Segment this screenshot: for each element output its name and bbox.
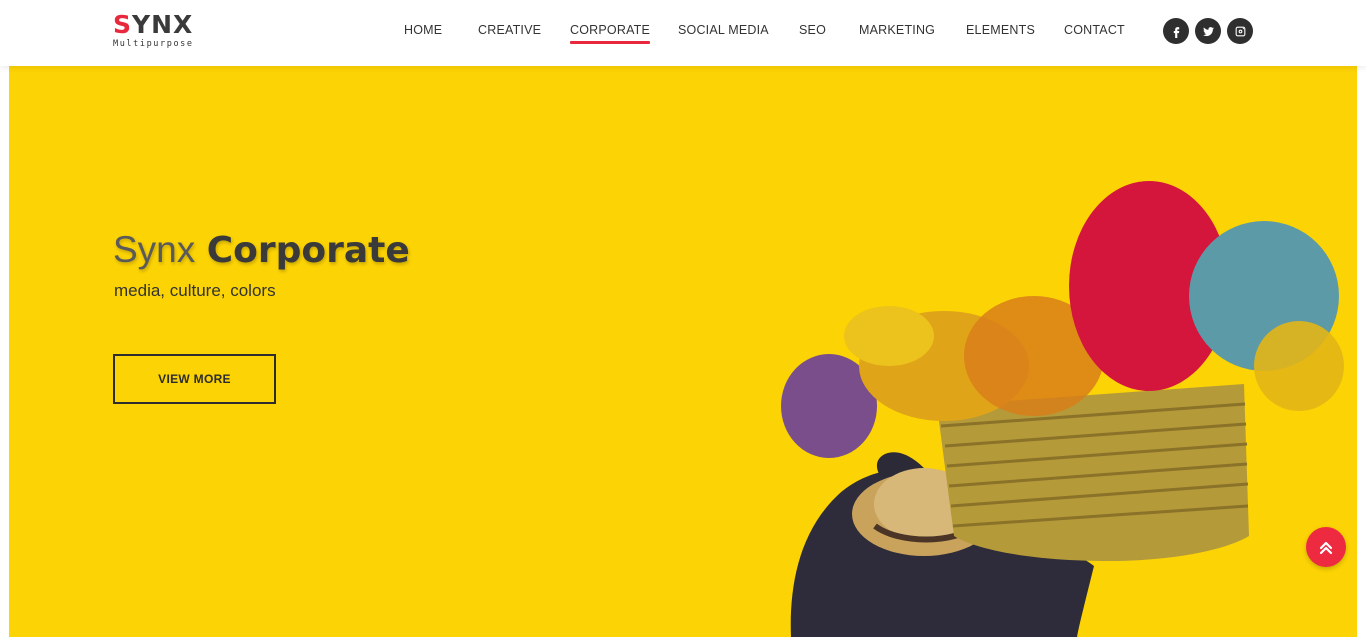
logo-wordmark: SYNX <box>113 10 194 39</box>
nav-corporate[interactable]: CORPORATE <box>570 22 651 44</box>
nav-contact[interactable]: CONTACT <box>1064 22 1125 38</box>
double-chevron-up-icon <box>1319 541 1333 555</box>
scroll-to-top-button[interactable] <box>1306 527 1346 567</box>
hero-banner: Synx Corporate media, culture, colors VI… <box>9 66 1357 637</box>
hero-photo-basket-carrier <box>781 181 1344 637</box>
hero-title-bold: Corporate <box>206 230 410 271</box>
site-header: SYNX Multipurpose HOME CREATIVE CORPORAT… <box>0 0 1366 66</box>
nav-elements[interactable]: ELEMENTS <box>966 22 1035 38</box>
facebook-icon[interactable] <box>1163 18 1189 44</box>
nav-home[interactable]: HOME <box>404 22 442 38</box>
hero-subtitle: media, culture, colors <box>114 281 276 300</box>
hero-title: Synx Corporate <box>113 227 410 274</box>
view-more-button[interactable]: VIEW MORE <box>113 354 276 404</box>
twitter-icon[interactable] <box>1195 18 1221 44</box>
nav-marketing[interactable]: MARKETING <box>859 22 935 38</box>
instagram-icon[interactable] <box>1227 18 1253 44</box>
nav-seo[interactable]: SEO <box>799 22 826 38</box>
nav-creative[interactable]: CREATIVE <box>478 22 541 38</box>
logo-tagline: Multipurpose <box>113 39 194 49</box>
nav-social-media[interactable]: SOCIAL MEDIA <box>678 22 769 38</box>
hero-title-light: Synx <box>113 229 196 270</box>
synx-logo[interactable]: SYNX Multipurpose <box>113 12 205 52</box>
